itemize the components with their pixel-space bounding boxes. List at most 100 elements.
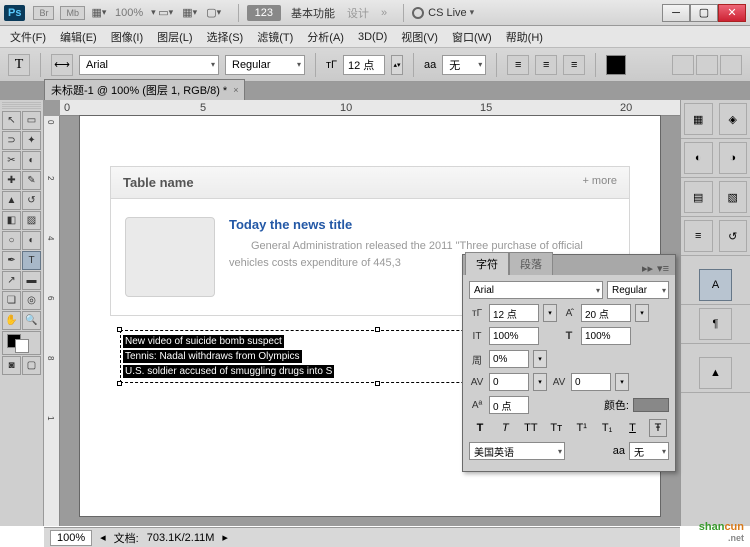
bridge-button[interactable]: Br xyxy=(33,6,54,20)
faux-italic-button[interactable]: T xyxy=(496,419,514,437)
arrange-docs-icon[interactable]: ▦▾ xyxy=(182,5,200,21)
menu-view[interactable]: 视图(V) xyxy=(401,29,438,45)
subscript-button[interactable]: T₁ xyxy=(598,419,616,437)
allcaps-button[interactable]: TT xyxy=(522,419,540,437)
cp-leading-input[interactable]: 20 点 xyxy=(581,304,631,322)
move-tool[interactable]: ↖ xyxy=(2,111,21,130)
color-swatches[interactable] xyxy=(2,331,41,355)
stamp-tool[interactable]: ▲ xyxy=(2,191,21,210)
wand-tool[interactable]: ✦ xyxy=(22,131,41,150)
shape-tool[interactable]: ▬ xyxy=(22,271,41,290)
workspace-essentials[interactable]: 基本功能 xyxy=(291,5,335,21)
zoom-tool[interactable]: 🔍 xyxy=(22,311,41,330)
antialias-select[interactable]: 无 xyxy=(442,55,486,75)
minimize-button[interactable]: ─ xyxy=(662,4,690,22)
cp-kerning-drop[interactable]: ▾ xyxy=(533,373,547,391)
cp-size-input[interactable]: 12 点 xyxy=(489,304,539,322)
panel-masks-icon[interactable]: ◑ xyxy=(719,142,748,174)
heal-tool[interactable]: ✚ xyxy=(2,171,21,190)
crop-tool[interactable]: ✂ xyxy=(2,151,21,170)
quickmask-tool[interactable]: ◙ xyxy=(2,356,21,375)
gradient-tool[interactable]: ▨ xyxy=(22,211,41,230)
ruler-horizontal[interactable]: 0 5 10 15 20 xyxy=(60,100,680,116)
eyedropper-tool[interactable]: ◐ xyxy=(22,151,41,170)
maximize-button[interactable]: ▢ xyxy=(690,4,718,22)
text-color-swatch[interactable] xyxy=(606,55,626,75)
cslive-button[interactable]: CS Live▾ xyxy=(412,7,476,19)
hand-tool[interactable]: ✋ xyxy=(2,311,21,330)
text-orientation-icon[interactable]: ⟷ xyxy=(51,54,73,76)
menu-edit[interactable]: 编辑(E) xyxy=(60,29,97,45)
toolbox-grip[interactable] xyxy=(2,102,41,110)
align-left-button[interactable]: ≡ xyxy=(507,55,529,75)
workspace-design[interactable]: 设计 xyxy=(347,5,369,21)
cp-vscale-input[interactable]: 100% xyxy=(489,327,539,345)
ruler-vertical[interactable]: 0 2 4 6 8 1 xyxy=(44,116,60,526)
panel-paths-icon[interactable]: ≡ xyxy=(684,220,713,252)
menu-window[interactable]: 窗口(W) xyxy=(452,29,492,45)
smallcaps-button[interactable]: Tᴛ xyxy=(547,419,565,437)
cp-baseline-input[interactable]: 0 点 xyxy=(489,396,529,414)
scroll-left-icon[interactable]: ◂ xyxy=(100,531,106,544)
panel-collapse-icon[interactable]: ▸▸ xyxy=(642,262,653,275)
doc-info-menu-icon[interactable]: ▸ xyxy=(222,531,228,544)
cp-kerning-input[interactable]: 0 xyxy=(489,373,529,391)
dodge-tool[interactable]: ◐ xyxy=(22,231,41,250)
char-panel-button[interactable] xyxy=(696,55,718,75)
cp-tracking-input[interactable]: 0% xyxy=(489,350,529,368)
font-weight-select[interactable]: Regular xyxy=(225,55,305,75)
menu-analysis[interactable]: 分析(A) xyxy=(307,29,344,45)
font-size-stepper[interactable]: ▴▾ xyxy=(391,55,403,75)
screenmode-tool[interactable]: ▢ xyxy=(22,356,41,375)
close-button[interactable]: ✕ xyxy=(718,4,746,22)
cancel-edit-button[interactable] xyxy=(720,55,742,75)
screen-mode-icon[interactable]: ▦▾ xyxy=(91,5,109,21)
cp-kerning2-input[interactable]: 0 xyxy=(571,373,611,391)
history-brush-tool[interactable]: ↺ xyxy=(22,191,41,210)
panel-menu-icon[interactable]: ▾≡ xyxy=(657,262,669,275)
lasso-tool[interactable]: ⊃ xyxy=(2,131,21,150)
panel-channels-icon[interactable]: ▧ xyxy=(719,181,748,213)
3dcam-tool[interactable]: ◎ xyxy=(22,291,41,310)
menu-layer[interactable]: 图层(L) xyxy=(157,29,192,45)
superscript-button[interactable]: T¹ xyxy=(573,419,591,437)
menu-filter[interactable]: 滤镜(T) xyxy=(257,29,293,45)
brush-tool[interactable]: ✎ xyxy=(22,171,41,190)
panel-history-icon[interactable]: ↺ xyxy=(719,220,748,252)
cp-size-drop[interactable]: ▾ xyxy=(543,304,557,322)
panel-adjust-icon[interactable]: ◐ xyxy=(684,142,713,174)
align-right-button[interactable]: ≡ xyxy=(563,55,585,75)
underline-button[interactable]: T xyxy=(624,419,642,437)
panel-layers-icon[interactable]: ▤ xyxy=(684,181,713,213)
screen-icon[interactable]: ▢▾ xyxy=(206,5,224,21)
panel-swatches-icon[interactable]: ◈ xyxy=(719,103,748,135)
cp-weight-select[interactable]: Regular xyxy=(607,281,669,299)
workspace-pill[interactable]: 123 xyxy=(247,5,281,21)
zoom-input[interactable]: 100% xyxy=(50,530,92,546)
menu-select[interactable]: 选择(S) xyxy=(207,29,244,45)
view-extras-icon[interactable]: ▭▾ xyxy=(158,5,176,21)
panel-color-icon[interactable]: ▦ xyxy=(684,103,713,135)
cp-color-swatch[interactable] xyxy=(633,398,669,412)
font-family-select[interactable]: Arial xyxy=(79,55,219,75)
path-tool[interactable]: ↗ xyxy=(2,271,21,290)
cp-font-select[interactable]: Arial xyxy=(469,281,603,299)
align-center-button[interactable]: ≡ xyxy=(535,55,557,75)
cp-lang-select[interactable]: 美国英语 xyxy=(469,442,565,460)
menu-file[interactable]: 文件(F) xyxy=(10,29,46,45)
strikethrough-button[interactable]: Ŧ xyxy=(649,419,667,437)
close-tab-icon[interactable]: × xyxy=(233,85,238,95)
cp-kerning2-drop[interactable]: ▾ xyxy=(615,373,629,391)
document-tab[interactable]: 未标题-1 @ 100% (图层 1, RGB/8) * × xyxy=(44,79,245,100)
text-tool-icon[interactable]: T xyxy=(8,54,30,76)
cp-hscale-input[interactable]: 100% xyxy=(581,327,631,345)
3d-tool[interactable]: ❏ xyxy=(2,291,21,310)
blur-tool[interactable]: ○ xyxy=(2,231,21,250)
marquee-tool[interactable]: ▭ xyxy=(22,111,41,130)
workspace-more-icon[interactable]: » xyxy=(381,7,387,19)
type-tool[interactable]: T xyxy=(22,251,41,270)
character-panel[interactable]: 字符 段落 ▸▸▾≡ Arial Regular тГ 12 点▾ А̂ 20 … xyxy=(462,254,676,472)
panel-character-icon[interactable]: A xyxy=(699,269,732,301)
warp-text-button[interactable] xyxy=(672,55,694,75)
menu-3d[interactable]: 3D(D) xyxy=(358,31,387,43)
